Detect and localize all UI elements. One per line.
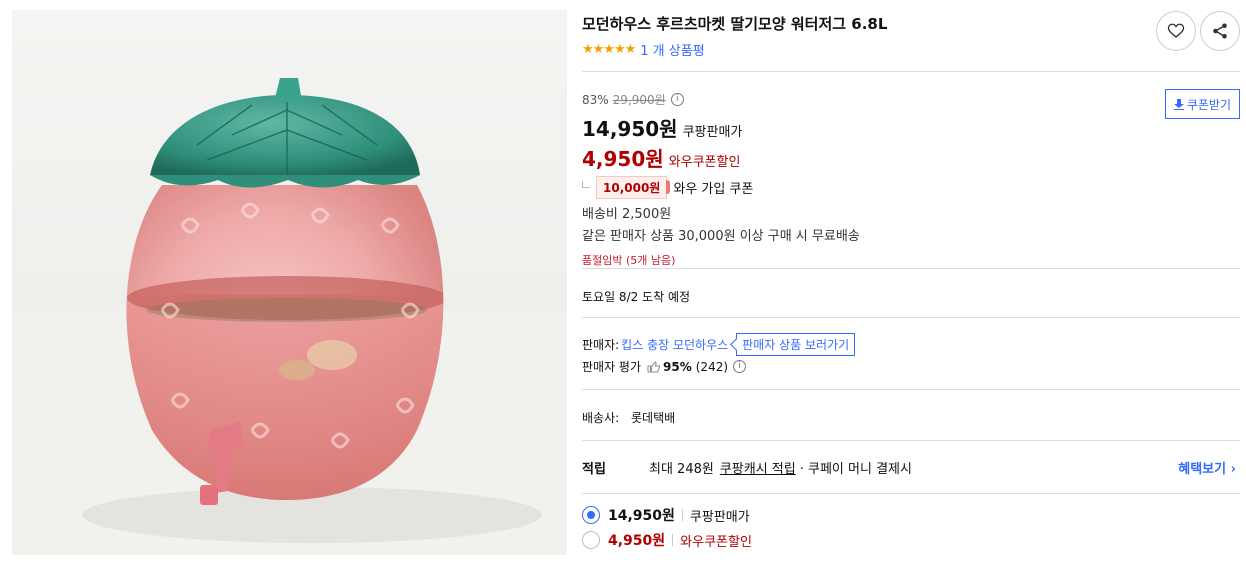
wow-price-row: 4,950원 와우쿠폰할인 <box>582 143 1240 172</box>
share-button[interactable] <box>1200 11 1240 51</box>
coupon-tag: 10,000원 <box>596 175 671 199</box>
coupang-cash-link[interactable]: 쿠팡캐시 적립 <box>720 458 796 477</box>
option-label: 와우쿠폰할인 <box>680 534 752 550</box>
reward-title: 적립 <box>582 462 606 477</box>
option-price: 4,950원 <box>608 533 666 549</box>
option-price: 14,950원 <box>608 508 675 524</box>
product-title: 모던하우스 후르츠마켓 딸기모양 워터저그 6.8L <box>582 15 888 33</box>
courier-name: 롯데택배 <box>631 411 676 425</box>
product-info-panel: 모던하우스 후르츠마켓 딸기모양 워터저그 6.8L ★★★★★ 1 개 상품평… <box>582 0 1240 562</box>
info-icon[interactable]: i <box>733 360 747 373</box>
seller-rating-percent: 95% <box>663 359 692 374</box>
seller-products-button[interactable]: 판매자 상품 보러가기 <box>736 333 856 356</box>
sale-price-label: 쿠팡판매가 <box>682 125 743 140</box>
elbow-connector <box>582 180 590 188</box>
thumbs-up-icon <box>647 360 661 372</box>
product-rating[interactable]: ★★★★★ 1 개 상품평 <box>582 40 705 59</box>
reward-suffix: · 쿠페이 머니 결제시 <box>799 462 912 477</box>
reward-max: 최대 248원 <box>649 462 714 477</box>
join-coupon-row: 10,000원 와우 가입 쿠폰 <box>582 175 1240 199</box>
divider <box>582 317 1240 318</box>
price-option-wow[interactable]: 4,950원 와우쿠폰할인 <box>582 530 752 550</box>
seller-rating-row: 판매자 평가 95% (242) i <box>582 358 747 375</box>
wow-price-label: 와우쿠폰할인 <box>668 155 741 170</box>
reward-row: 적립 최대 248원 쿠팡캐시 적립 · 쿠페이 머니 결제시 혜택보기 › <box>582 458 1240 477</box>
radio-button-selected[interactable] <box>582 506 600 524</box>
option-separator <box>672 534 674 546</box>
divider <box>582 71 1240 72</box>
heart-icon <box>1167 23 1185 38</box>
strawberry-jug-illustration <box>12 78 567 555</box>
info-icon[interactable]: i <box>670 93 684 106</box>
divider <box>582 389 1240 390</box>
discount-rate: 83% <box>582 92 609 107</box>
wow-price: 4,950원 <box>582 147 664 171</box>
delivery-eta: 토요일 8/2 도착 예정 <box>582 290 691 304</box>
seller-name-link[interactable]: 킵스 충장 모던하우스 <box>621 336 728 353</box>
divider <box>582 268 1240 269</box>
product-image[interactable] <box>12 10 567 555</box>
seller-rating-count: (242) <box>695 359 729 374</box>
join-coupon-label: 와우 가입 쿠폰 <box>673 181 754 197</box>
seller-rating-label: 판매자 평가 <box>582 360 642 374</box>
radio-button[interactable] <box>582 531 600 549</box>
sale-price-row: 14,950원 쿠팡판매가 <box>582 113 1240 142</box>
stock-notice: 품절임박 (5개 남음) <box>582 254 676 267</box>
divider <box>582 493 1240 494</box>
original-price-row: 83% 29,900원 i <box>582 91 1240 108</box>
divider <box>582 440 1240 441</box>
sale-price: 14,950원 <box>582 117 678 141</box>
seller-label: 판매자: <box>582 338 620 352</box>
courier-row: 배송사: 롯데택배 <box>582 409 675 426</box>
benefit-link[interactable]: 혜택보기 › <box>1178 458 1236 477</box>
share-icon <box>1213 23 1227 39</box>
option-label: 쿠팡판매가 <box>689 509 750 525</box>
original-price: 29,900원 <box>612 93 666 107</box>
review-count-link[interactable]: 1 개 상품평 <box>640 40 704 59</box>
price-block: 83% 29,900원 i 14,950원 쿠팡판매가 4,950원 와우쿠폰할… <box>582 91 1240 268</box>
option-separator <box>681 509 683 521</box>
seller-row: 판매자: 킵스 충장 모던하우스 판매자 상품 보러가기 <box>582 333 856 356</box>
free-shipping-condition: 같은 판매자 상품 30,000원 이상 구매 시 무료배송 <box>582 229 860 244</box>
star-rating-icon: ★★★★★ <box>582 42 636 57</box>
courier-label: 배송사: <box>582 411 620 425</box>
wishlist-button[interactable] <box>1156 11 1196 51</box>
price-option-coupang[interactable]: 14,950원 쿠팡판매가 <box>582 505 750 525</box>
shipping-fee: 배송비 2,500원 <box>582 207 672 222</box>
